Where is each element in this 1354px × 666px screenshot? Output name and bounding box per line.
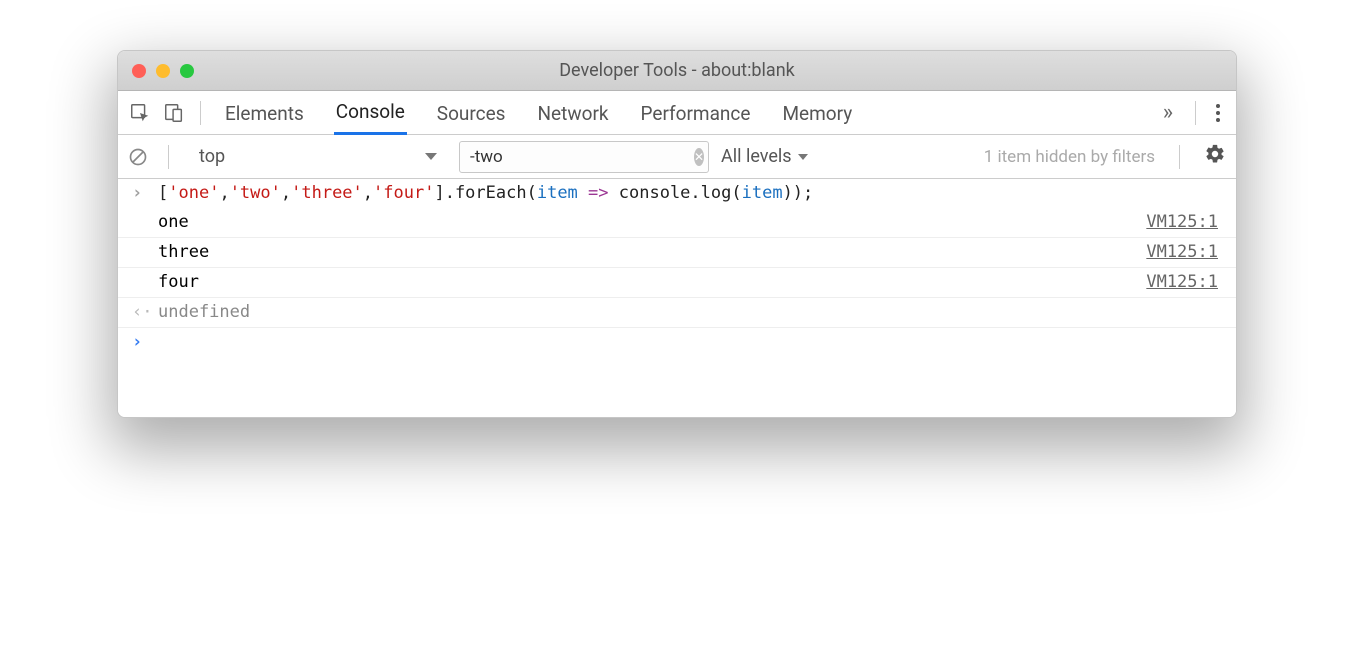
console-log-row: four VM125:1 [118, 268, 1236, 298]
tab-elements[interactable]: Elements [223, 92, 306, 134]
separator [1195, 101, 1196, 125]
window-controls [132, 64, 194, 78]
console-prompt-row[interactable]: › [118, 328, 1236, 357]
tab-console[interactable]: Console [334, 90, 407, 135]
tab-performance[interactable]: Performance [639, 92, 753, 134]
settings-icon[interactable] [1204, 143, 1226, 170]
console-input-row: › ['one','two','three','four'].forEach(i… [118, 179, 1236, 208]
menu-icon[interactable] [1210, 104, 1226, 122]
log-levels-selector[interactable]: All levels [721, 146, 808, 167]
return-value[interactable]: undefined [158, 302, 1222, 322]
separator [168, 145, 169, 169]
console-filter-bar: top ✕ All levels 1 item hidden by filter… [118, 135, 1236, 179]
separator [200, 101, 201, 125]
source-link[interactable]: VM125:1 [1146, 242, 1222, 262]
chevron-down-icon [425, 153, 437, 160]
inspect-icon[interactable] [128, 101, 152, 125]
separator [1179, 145, 1180, 169]
window-title: Developer Tools - about:blank [118, 60, 1236, 81]
tab-sources[interactable]: Sources [435, 92, 508, 134]
console-return-row: ‹· undefined [118, 298, 1236, 328]
clear-console-icon[interactable] [128, 147, 148, 167]
panel-tabs: Elements Console Sources Network Perform… [223, 90, 1155, 135]
console-input-code[interactable]: ['one','two','three','four'].forEach(ite… [158, 183, 1222, 203]
filter-input[interactable] [468, 146, 694, 168]
source-link[interactable]: VM125:1 [1146, 272, 1222, 292]
maximize-icon[interactable] [180, 64, 194, 78]
console-log-row: three VM125:1 [118, 238, 1236, 268]
device-toggle-icon[interactable] [162, 101, 186, 125]
hidden-by-filters-label: 1 item hidden by filters [984, 147, 1155, 167]
context-label: top [199, 146, 225, 167]
devtools-window: Developer Tools - about:blank Elements C… [117, 50, 1237, 418]
input-caret-icon: › [132, 183, 142, 203]
more-tabs-icon[interactable]: » [1155, 100, 1181, 125]
tab-network[interactable]: Network [535, 92, 610, 134]
log-message[interactable]: four [158, 272, 1146, 292]
log-message[interactable]: three [158, 242, 1146, 262]
return-caret-icon: ‹· [132, 302, 152, 322]
clear-filter-icon[interactable]: ✕ [694, 148, 704, 166]
chevron-down-icon [798, 154, 808, 160]
titlebar[interactable]: Developer Tools - about:blank [118, 51, 1236, 91]
console-body: › ['one','two','three','four'].forEach(i… [118, 179, 1236, 417]
context-selector[interactable]: top [189, 142, 447, 172]
tab-memory[interactable]: Memory [780, 92, 854, 134]
log-message[interactable]: one [158, 212, 1146, 232]
prompt-caret-icon: › [132, 332, 142, 352]
source-link[interactable]: VM125:1 [1146, 212, 1222, 232]
main-toolbar: Elements Console Sources Network Perform… [118, 91, 1236, 135]
console-log-row: one VM125:1 [118, 208, 1236, 238]
filter-input-wrapper: ✕ [459, 141, 709, 173]
levels-label: All levels [721, 146, 792, 167]
close-icon[interactable] [132, 64, 146, 78]
minimize-icon[interactable] [156, 64, 170, 78]
